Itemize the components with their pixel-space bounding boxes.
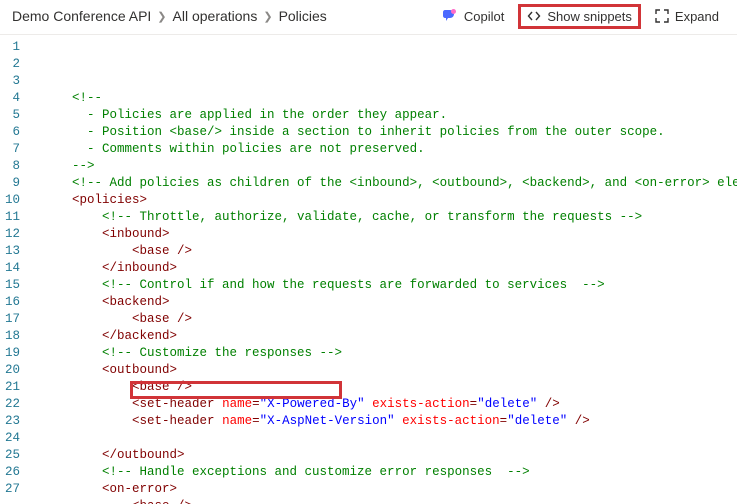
copilot-label: Copilot xyxy=(464,9,504,24)
show-snippets-label: Show snippets xyxy=(547,9,632,24)
code-line[interactable]: --> xyxy=(34,158,737,175)
code-line[interactable]: <set-header name="X-Powered-By" exists-a… xyxy=(34,396,737,413)
expand-button[interactable]: Expand xyxy=(647,5,727,28)
code-line[interactable]: <!-- Add policies as children of the <in… xyxy=(34,175,737,192)
code-line[interactable]: - Comments within policies are not prese… xyxy=(34,141,737,158)
copilot-button[interactable]: Copilot xyxy=(434,4,512,28)
code-line[interactable]: <set-header name="X-AspNet-Version" exis… xyxy=(34,413,737,430)
code-line[interactable]: </backend> xyxy=(34,328,737,345)
code-line[interactable]: <!-- Customize the responses --> xyxy=(34,345,737,362)
toolbar: Demo Conference API ❯ All operations ❯ P… xyxy=(0,0,737,34)
breadcrumb-item[interactable]: Demo Conference API xyxy=(12,8,151,24)
code-line[interactable]: <outbound> xyxy=(34,362,737,379)
line-gutter: 1234567891011121314151617181920212223242… xyxy=(0,35,34,504)
code-line[interactable] xyxy=(34,430,737,447)
code-line[interactable]: - Position <base/> inside a section to i… xyxy=(34,124,737,141)
code-line[interactable]: <policies> xyxy=(34,192,737,209)
code-line[interactable]: <base /> xyxy=(34,243,737,260)
code-line[interactable]: <!-- Handle exceptions and customize err… xyxy=(34,464,737,481)
code-line[interactable]: <backend> xyxy=(34,294,737,311)
expand-label: Expand xyxy=(675,9,719,24)
code-line[interactable]: <!-- Control if and how the requests are… xyxy=(34,277,737,294)
code-line[interactable]: <!-- Throttle, authorize, validate, cach… xyxy=(34,209,737,226)
breadcrumb-item[interactable]: Policies xyxy=(279,8,327,24)
code-line[interactable]: </outbound> xyxy=(34,447,737,464)
copilot-icon xyxy=(442,8,458,24)
code-line[interactable]: <base /> xyxy=(34,498,737,504)
code-line[interactable]: <!-- xyxy=(34,90,737,107)
code-line[interactable]: <base /> xyxy=(34,379,737,396)
code-line[interactable]: </inbound> xyxy=(34,260,737,277)
code-icon xyxy=(527,9,541,23)
code-line[interactable]: <on-error> xyxy=(34,481,737,498)
expand-icon xyxy=(655,9,669,23)
code-line[interactable]: - Policies are applied in the order they… xyxy=(34,107,737,124)
code-line[interactable]: <base /> xyxy=(34,311,737,328)
code-line[interactable]: <inbound> xyxy=(34,226,737,243)
chevron-right-icon: ❯ xyxy=(263,10,272,23)
chevron-right-icon: ❯ xyxy=(157,10,166,23)
breadcrumb: Demo Conference API ❯ All operations ❯ P… xyxy=(12,8,428,24)
code-editor[interactable]: 1234567891011121314151617181920212223242… xyxy=(0,34,737,504)
show-snippets-button[interactable]: Show snippets xyxy=(518,4,641,29)
code-area[interactable]: <!-- - Policies are applied in the order… xyxy=(34,35,737,504)
breadcrumb-item[interactable]: All operations xyxy=(173,8,258,24)
